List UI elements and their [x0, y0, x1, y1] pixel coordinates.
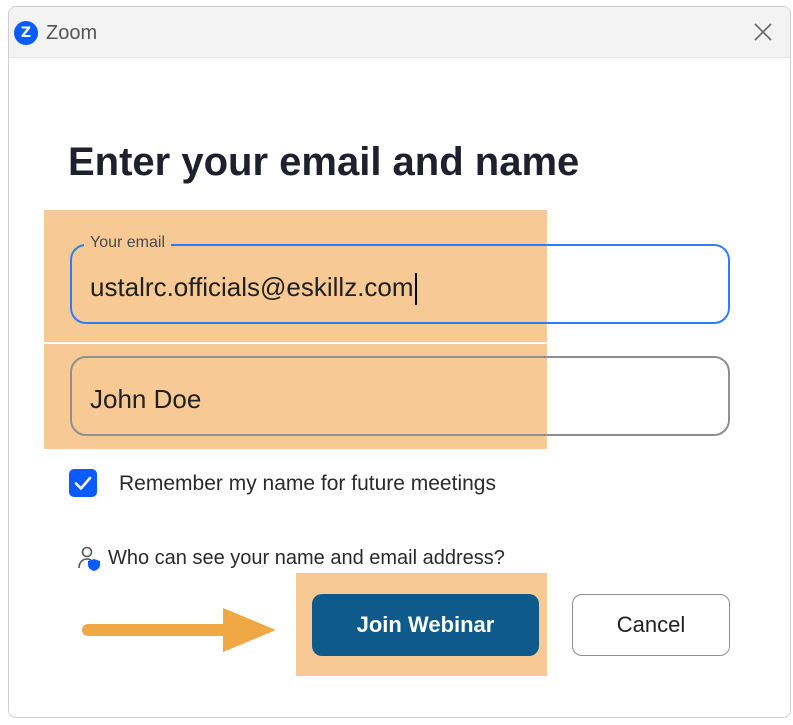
email-field-label: Your email — [84, 234, 172, 252]
zoom-logo-letter: Z — [20, 25, 32, 41]
text-caret — [414, 273, 417, 306]
name-input-value[interactable]: John Doe — [90, 384, 201, 415]
remember-name-checkbox[interactable] — [69, 469, 97, 497]
zoom-logo-icon: Z — [14, 21, 38, 45]
email-text: ustalrc.officials@eskillz.com — [90, 272, 414, 302]
join-webinar-button[interactable]: Join Webinar — [312, 594, 539, 656]
close-icon[interactable] — [748, 17, 778, 47]
privacy-info-link[interactable]: Who can see your name and email address? — [108, 547, 505, 570]
title-bar: Z Zoom — [9, 7, 790, 58]
checkmark-icon — [74, 476, 92, 490]
person-shield-icon — [76, 544, 104, 572]
email-field[interactable]: Your email ustalrc.officials@eskillz.com — [70, 234, 730, 324]
page-title: Enter your email and name — [68, 140, 580, 184]
email-input-value[interactable]: ustalrc.officials@eskillz.com — [90, 272, 417, 306]
right-arrow-icon — [78, 604, 278, 656]
window-title: Zoom — [46, 22, 98, 44]
remember-name-label[interactable]: Remember my name for future meetings — [119, 472, 496, 496]
name-field[interactable]: John Doe — [70, 356, 730, 436]
cancel-button[interactable]: Cancel — [572, 594, 730, 656]
